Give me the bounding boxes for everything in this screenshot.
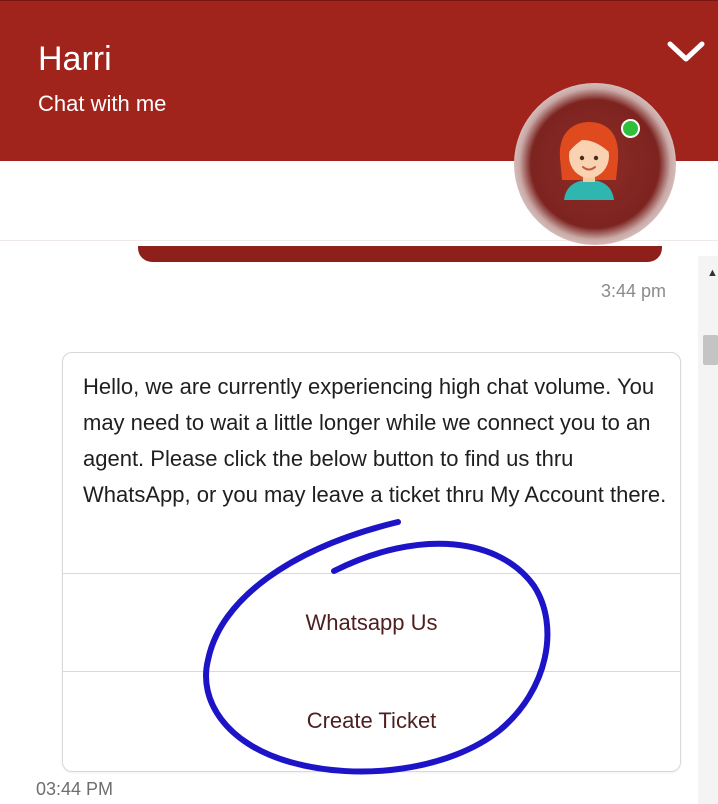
chat-subtitle: Chat with me	[38, 91, 167, 116]
avatar-icon	[559, 122, 619, 200]
create-ticket-button[interactable]: Create Ticket	[63, 673, 680, 769]
agent-message-card: Hello, we are currently experiencing hig…	[62, 352, 681, 772]
online-status-dot	[621, 119, 640, 138]
previous-message-timestamp: 3:44 pm	[600, 281, 666, 301]
message-timestamp: 03:44 PM	[36, 779, 114, 799]
previous-message-edge	[138, 246, 662, 262]
agent-avatar	[552, 118, 626, 204]
whatsapp-us-button[interactable]: Whatsapp Us	[63, 575, 680, 671]
collapse-chat-button[interactable]	[664, 37, 708, 67]
card-divider	[63, 671, 680, 672]
scrollbar-thumb[interactable]	[703, 335, 718, 365]
chevron-down-icon	[667, 41, 705, 62]
scroll-up-arrow-icon[interactable]: ▲	[707, 268, 718, 279]
message-text: Hello, we are currently experiencing hig…	[83, 374, 667, 507]
card-divider	[63, 573, 680, 574]
agent-name: Harri	[38, 40, 112, 78]
